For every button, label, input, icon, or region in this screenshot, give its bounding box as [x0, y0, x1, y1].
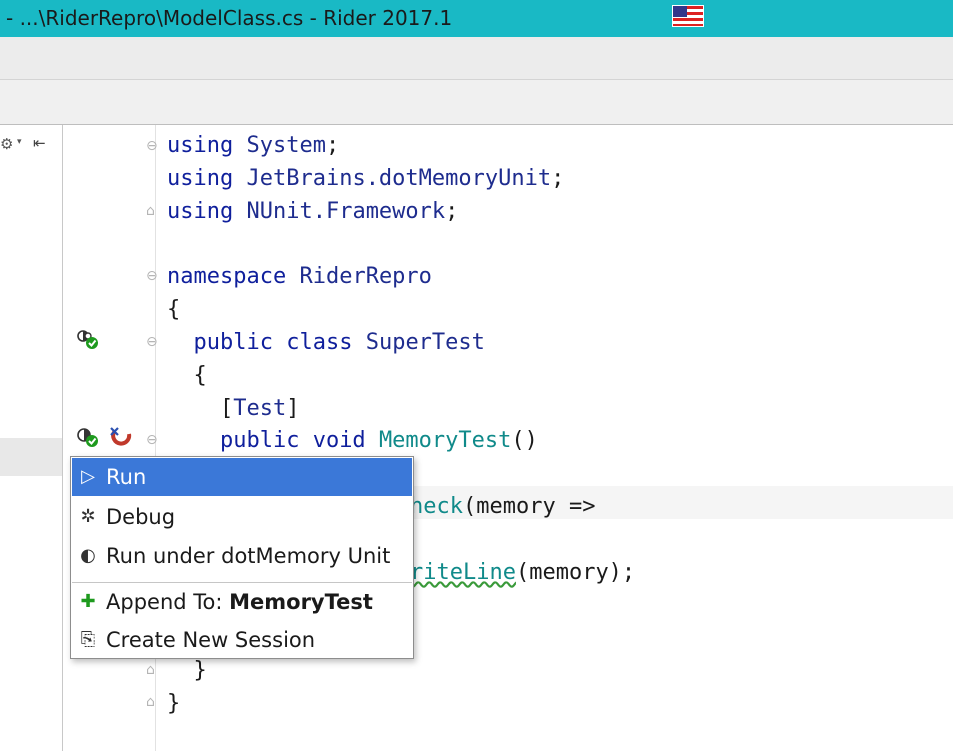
title-bar: - ...\RiderRepro\ModelClass.cs - Rider 2…	[0, 0, 953, 37]
bug-icon: ✲	[80, 506, 96, 527]
code-line-12[interactable]: heck(memory =>	[410, 490, 595, 523]
memory-unit-gutter-icon[interactable]	[109, 426, 135, 448]
code-line-5[interactable]: namespace RiderRepro	[167, 260, 432, 293]
us-flag-icon[interactable]	[672, 5, 704, 27]
fold-marker-icon[interactable]: ⊖	[146, 432, 158, 448]
selected-tree-item[interactable]	[0, 438, 62, 476]
menu-item-debug[interactable]: ✲ Debug	[72, 498, 412, 536]
fold-marker-icon[interactable]: ⊖	[146, 268, 158, 284]
fold-marker-icon[interactable]: ⌂	[146, 203, 155, 219]
code-line-3[interactable]: using NUnit.Framework;	[167, 195, 458, 228]
fold-marker-icon[interactable]: ⌂	[146, 694, 155, 710]
menu-bar	[0, 37, 953, 80]
chevron-down-icon[interactable]: ▾	[17, 137, 22, 147]
code-line-14[interactable]: riteLine(memory);	[410, 556, 635, 589]
fold-marker-icon[interactable]: ⊖	[146, 334, 158, 350]
code-line-7[interactable]: public class SuperTest	[167, 326, 485, 359]
fold-marker-icon[interactable]: ⊖	[146, 138, 158, 154]
menu-item-append-to[interactable]: ✚ Append To: MemoryTest	[72, 583, 412, 621]
fold-marker-icon[interactable]: ⌂	[146, 662, 155, 678]
append-to-session-name: MemoryTest	[229, 590, 373, 614]
code-line-18[interactable]: }	[167, 687, 180, 720]
navigation-bar	[0, 80, 953, 125]
code-line-2[interactable]: using JetBrains.dotMemoryUnit;	[167, 162, 564, 195]
menu-item-label: Run under dotMemory Unit	[106, 544, 391, 568]
code-line-6[interactable]: {	[167, 293, 180, 326]
run-context-menu: ▷ Run ✲ Debug ◐ Run under dotMemory Unit…	[70, 456, 414, 659]
menu-item-run-under-dotmemory-unit[interactable]: ◐ Run under dotMemory Unit	[72, 537, 412, 575]
run-icon: ▷	[81, 466, 95, 487]
menu-item-label: Append To: MemoryTest	[106, 583, 373, 621]
collapse-panel-icon[interactable]: ⇤	[33, 134, 46, 152]
gear-icon[interactable]: ⚙	[0, 135, 13, 153]
code-line-9[interactable]: [Test]	[167, 392, 300, 425]
run-test-method-icon[interactable]	[76, 426, 102, 448]
menu-item-label: Run	[106, 465, 147, 489]
run-tests-class-icon[interactable]	[76, 328, 102, 350]
memory-unit-icon: ◐	[80, 545, 96, 566]
menu-item-label: Debug	[106, 505, 176, 529]
solution-explorer-panel: ⚙ ▾ ⇤	[0, 125, 63, 751]
code-line-10[interactable]: public void MemoryTest()	[167, 424, 538, 457]
menu-item-create-new-session[interactable]: ⎘ Create New Session	[72, 621, 412, 659]
new-session-icon: ⎘	[80, 629, 96, 650]
plus-icon: ✚	[80, 591, 96, 612]
menu-item-label: Create New Session	[106, 628, 316, 652]
menu-item-run[interactable]: ▷ Run	[72, 458, 412, 496]
append-to-prefix: Append To:	[106, 590, 230, 614]
code-line-1[interactable]: using System;	[167, 129, 339, 162]
window-title: - ...\RiderRepro\ModelClass.cs - Rider 2…	[6, 6, 453, 30]
code-line-8[interactable]: {	[167, 359, 206, 392]
